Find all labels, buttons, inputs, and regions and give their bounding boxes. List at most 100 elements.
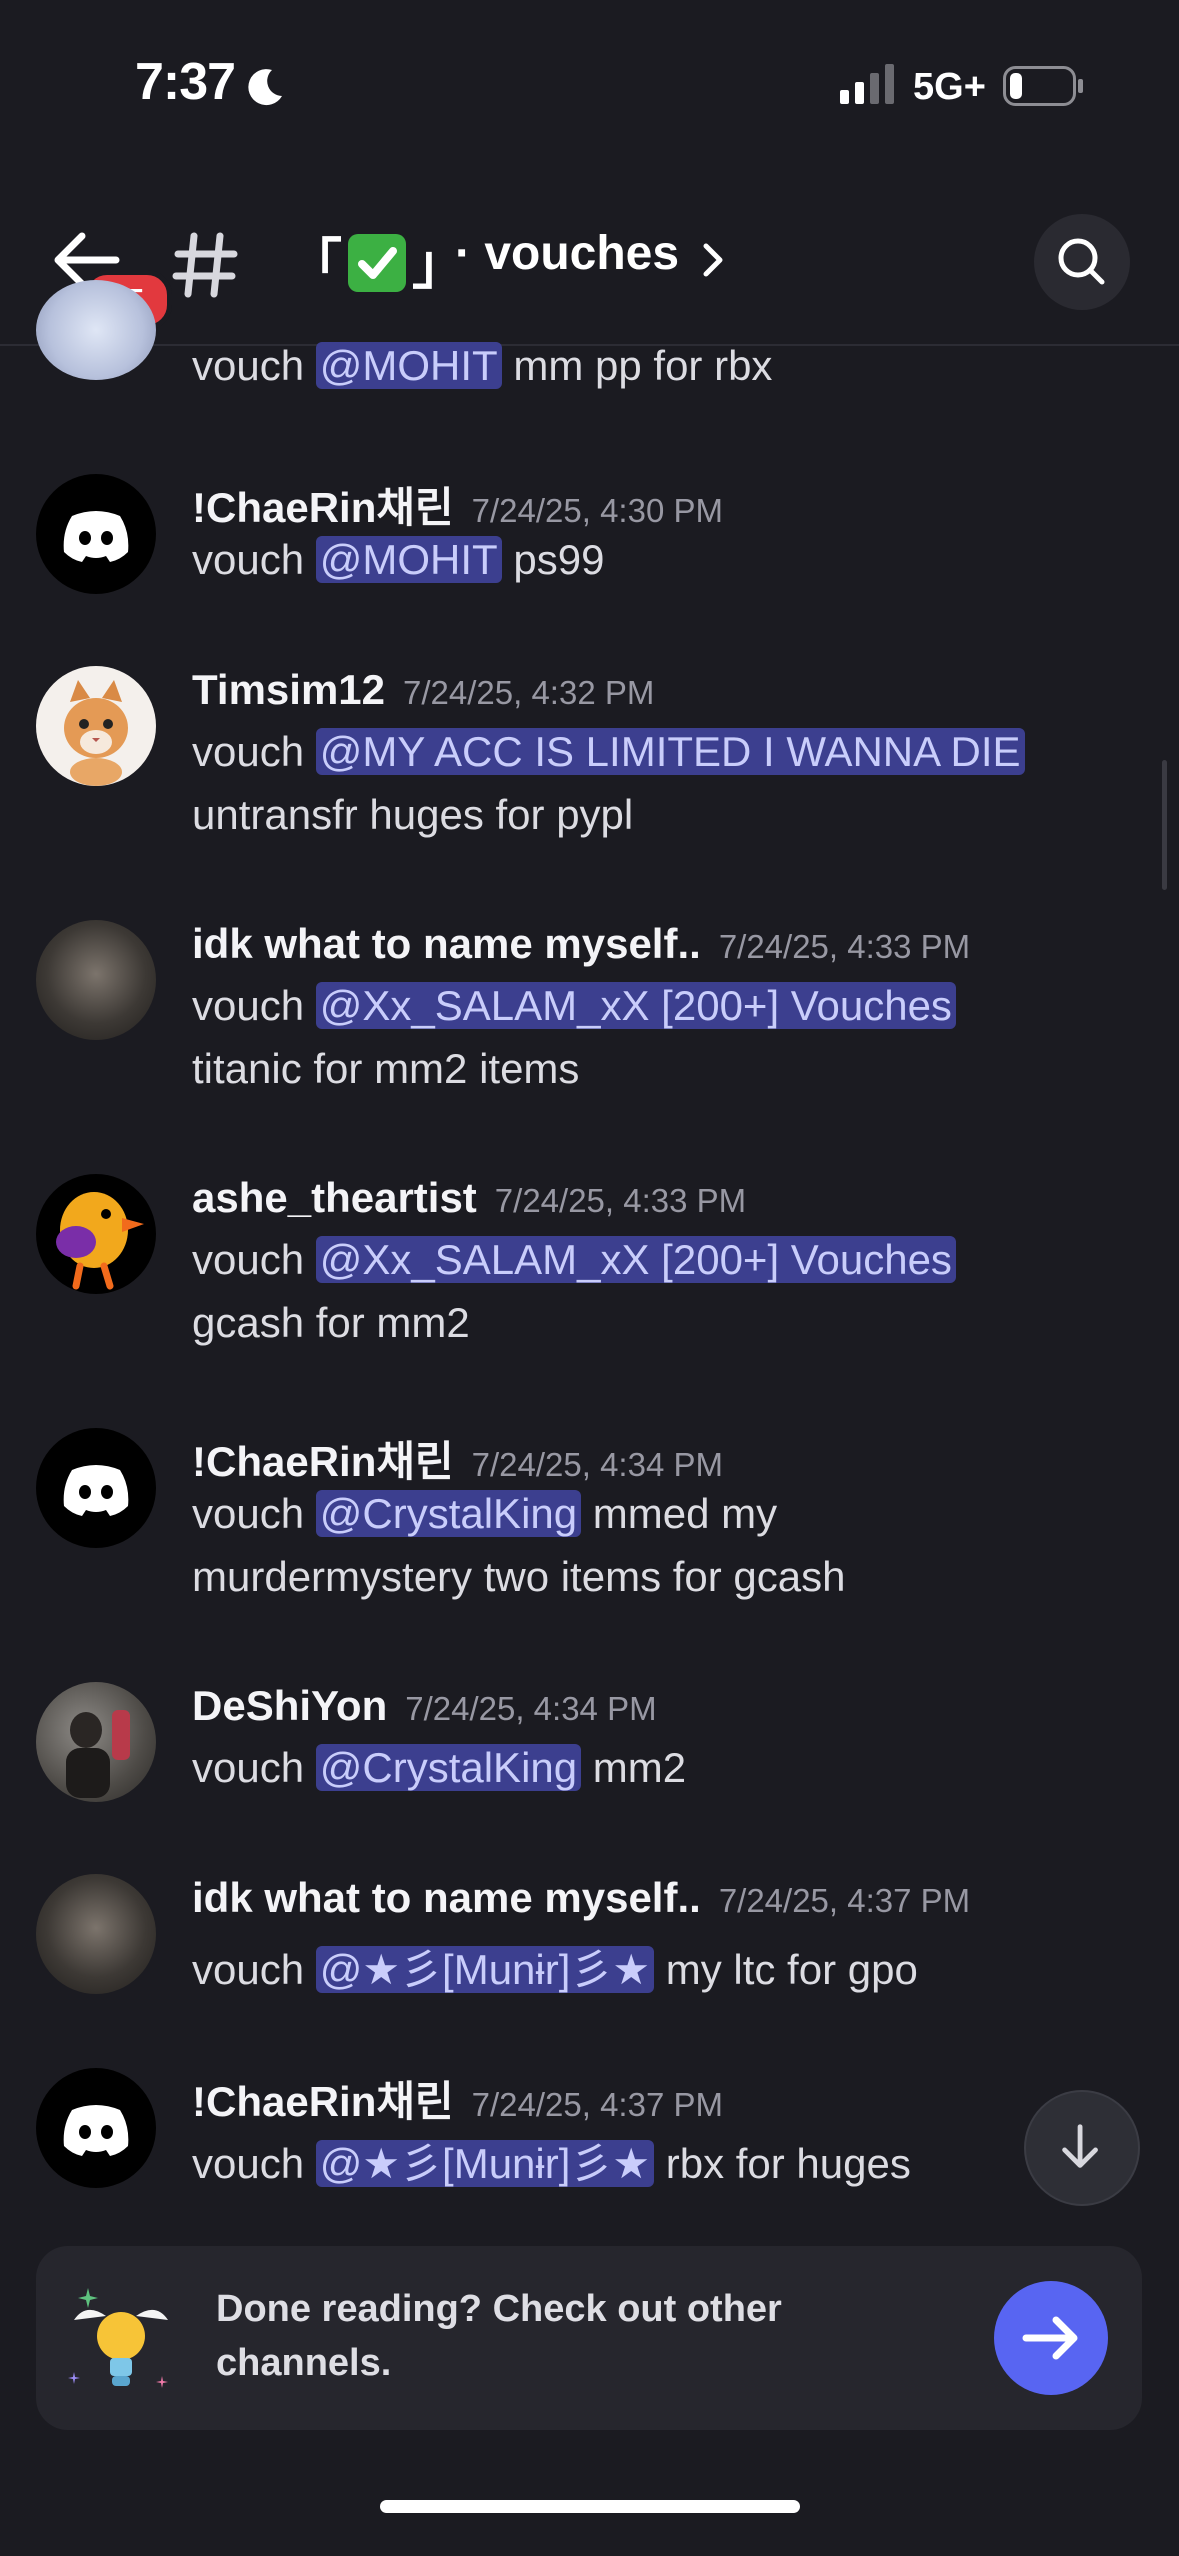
message-line: vouch @★彡[Munɨr]彡★ my ltc for gpo bbox=[192, 1936, 918, 1997]
mention[interactable]: @Xx_SALAM_xX [200+] Vouches bbox=[315, 982, 956, 1029]
username-text: idk what to name myself.. bbox=[192, 1874, 701, 1921]
home-indicator[interactable] bbox=[380, 2500, 800, 2513]
message-text: ps99 bbox=[501, 536, 605, 583]
message-text: mm pp for rbx bbox=[501, 342, 773, 389]
message-text: mmed my bbox=[581, 1490, 778, 1537]
battery-icon bbox=[1003, 66, 1083, 106]
avatar[interactable] bbox=[36, 920, 156, 1040]
username-text: idk what to name myself.. bbox=[192, 920, 701, 967]
timestamp: 7/24/25, 4:33 PM bbox=[494, 1182, 747, 1219]
moon-icon bbox=[248, 69, 282, 106]
check-mark-icon bbox=[348, 233, 406, 292]
message-text: untransfr huges for pypl bbox=[192, 791, 634, 838]
arrow-down-icon bbox=[1062, 2124, 1098, 2168]
mention[interactable]: @MOHIT bbox=[315, 342, 502, 389]
lightbulb-icon bbox=[68, 2288, 168, 2388]
discord-logo-icon bbox=[63, 2105, 129, 2156]
avatar[interactable] bbox=[36, 1428, 156, 1548]
message-line: vouch @MY ACC IS LIMITED I WANNA DIE bbox=[192, 728, 1025, 776]
timestamp: 7/24/25, 4:30 PM bbox=[471, 492, 723, 529]
username-text: Timsim12 bbox=[192, 666, 385, 713]
username[interactable]: idk what to name myself.. 7/24/25, 4:33 P… bbox=[192, 920, 970, 968]
username[interactable]: !ChaeRin채린 7/24/25, 4:34 PM bbox=[192, 1428, 723, 1489]
timestamp: 7/24/25, 4:34 PM bbox=[471, 1446, 723, 1483]
status-time: 7:37 bbox=[135, 53, 236, 111]
message-line: murdermystery two items for gcash bbox=[192, 1553, 846, 1601]
mention[interactable]: @Xx_SALAM_xX [200+] Vouches bbox=[315, 1236, 956, 1283]
username[interactable]: idk what to name myself.. 7/24/25, 4:37 P… bbox=[192, 1874, 970, 1922]
timestamp: 7/24/25, 4:37 PM bbox=[471, 2086, 723, 2123]
message-text: my ltc for gpo bbox=[654, 1946, 918, 1993]
search-icon bbox=[1058, 238, 1105, 285]
timestamp: 7/24/25, 4:33 PM bbox=[718, 928, 971, 965]
message-text: titanic for mm2 items bbox=[192, 1045, 580, 1092]
avatar[interactable] bbox=[36, 280, 156, 380]
duck-avatar-icon bbox=[56, 1192, 144, 1290]
timestamp: 7/24/25, 4:32 PM bbox=[403, 674, 655, 711]
message-text: rbx for huges bbox=[654, 2140, 911, 2187]
message-line: vouch @CrystalKing mm2 bbox=[192, 1744, 686, 1792]
username-text: !ChaeRin채린 bbox=[192, 2078, 454, 2125]
next-channel-button[interactable] bbox=[994, 2281, 1108, 2395]
kitten-avatar-icon bbox=[64, 680, 128, 786]
message-text: vouch bbox=[192, 1744, 316, 1791]
message-text: vouch bbox=[192, 1946, 316, 1993]
hash-icon bbox=[172, 232, 238, 298]
timestamp: 7/24/25, 4:37 PM bbox=[718, 1882, 971, 1919]
search-button[interactable] bbox=[1034, 214, 1130, 310]
avatar[interactable] bbox=[36, 474, 156, 594]
message-line: vouch @MOHIT mm pp for rbx bbox=[192, 342, 772, 390]
message-text: vouch bbox=[192, 1490, 316, 1537]
photo-avatar-icon bbox=[66, 1710, 130, 1798]
username-text: ashe_theartist bbox=[192, 1174, 477, 1221]
message-line: gcash for mm2 bbox=[192, 1299, 470, 1347]
channel-header: 85 「」 · vouches bbox=[0, 200, 1179, 346]
message-text: vouch bbox=[192, 536, 316, 583]
username[interactable]: ashe_theartist 7/24/25, 4:33 PM bbox=[192, 1174, 746, 1222]
message-line: vouch @★彡[Munɨr]彡★ rbx for huges bbox=[192, 2130, 911, 2191]
message-text: vouch bbox=[192, 728, 316, 775]
mention[interactable]: @★彡[Munɨr]彡★ bbox=[315, 2140, 655, 2187]
message-text: vouch bbox=[192, 342, 316, 389]
scrollbar-thumb[interactable] bbox=[1162, 760, 1167, 890]
avatar[interactable] bbox=[36, 666, 156, 786]
message-line: vouch @Xx_SALAM_xX [200+] Vouches bbox=[192, 1236, 956, 1284]
mention[interactable]: @CrystalKing bbox=[315, 1744, 582, 1791]
timestamp: 7/24/25, 4:34 PM bbox=[405, 1690, 657, 1727]
username[interactable]: !ChaeRin채린 7/24/25, 4:30 PM bbox=[192, 474, 723, 535]
message-text: murdermystery two items for gcash bbox=[192, 1553, 846, 1600]
jump-to-bottom-button[interactable] bbox=[1024, 2090, 1140, 2206]
mention[interactable]: @MOHIT bbox=[315, 536, 502, 583]
chevron-right-icon[interactable] bbox=[700, 240, 728, 280]
username[interactable]: Timsim12 7/24/25, 4:32 PM bbox=[192, 666, 654, 714]
avatar[interactable] bbox=[36, 2068, 156, 2188]
username-text: DeShiYon bbox=[192, 1682, 388, 1729]
message-line: vouch @CrystalKing mmed my bbox=[192, 1490, 777, 1538]
mention[interactable]: @MY ACC IS LIMITED I WANNA DIE bbox=[315, 728, 1025, 775]
channel-title-prefix[interactable]: 「」 bbox=[288, 220, 466, 299]
done-reading-text: Done reading? Check out other channels. bbox=[216, 2288, 782, 2384]
username[interactable]: DeShiYon 7/24/25, 4:34 PM bbox=[192, 1682, 657, 1730]
discord-logo-icon bbox=[63, 511, 129, 562]
message-text: mm2 bbox=[581, 1744, 687, 1791]
bracket-open: 「 bbox=[288, 235, 342, 295]
signal-icon bbox=[840, 64, 894, 104]
message-text: vouch bbox=[192, 2140, 316, 2187]
mention[interactable]: @CrystalKing bbox=[315, 1490, 582, 1537]
username-text: !ChaeRin채린 bbox=[192, 1438, 454, 1485]
mention[interactable]: @★彡[Munɨr]彡★ bbox=[315, 1946, 655, 1993]
channel-name[interactable]: · vouches bbox=[455, 226, 679, 281]
network-label: 5G+ bbox=[913, 66, 986, 108]
discord-logo-icon bbox=[63, 1465, 129, 1516]
avatar[interactable] bbox=[36, 1682, 156, 1802]
message-line: vouch @MOHIT ps99 bbox=[192, 536, 604, 584]
message-text: gcash for mm2 bbox=[192, 1299, 470, 1346]
avatar[interactable] bbox=[36, 1174, 156, 1294]
username[interactable]: !ChaeRin채린 7/24/25, 4:37 PM bbox=[192, 2068, 723, 2129]
message-line: untransfr huges for pypl bbox=[192, 791, 633, 839]
avatar[interactable] bbox=[36, 1874, 156, 1994]
message-text: vouch bbox=[192, 982, 316, 1029]
message-line: vouch @Xx_SALAM_xX [200+] Vouches bbox=[192, 982, 956, 1030]
done-reading-card[interactable]: Done reading? Check out other channels. bbox=[36, 2246, 1142, 2430]
message-line: titanic for mm2 items bbox=[192, 1045, 579, 1093]
